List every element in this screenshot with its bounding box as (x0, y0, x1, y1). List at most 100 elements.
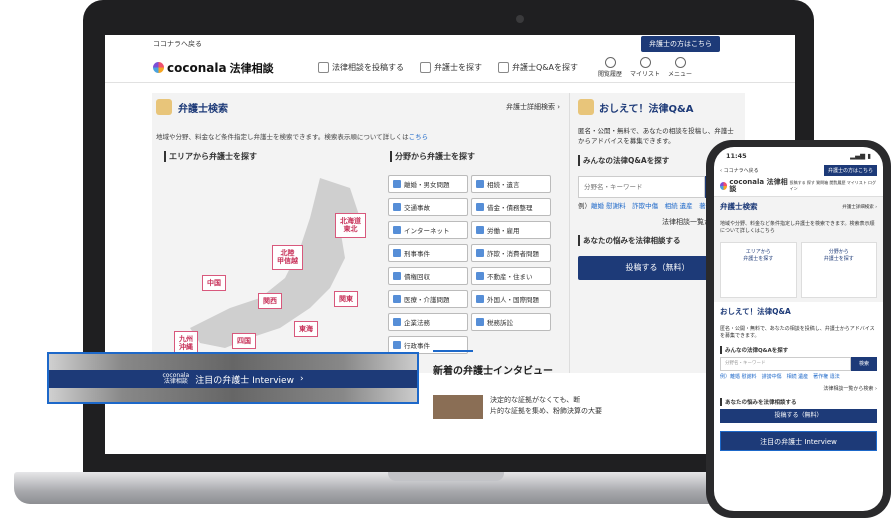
region-kanto[interactable]: 関東 (334, 291, 358, 308)
field-icon (476, 318, 484, 326)
p-tags[interactable]: 例）離婚 慰謝料 誹謗中傷 相続 遺産 著作権 違法 (714, 374, 883, 382)
lawyer-search-panel: 弁護士検索 弁護士詳細検索 › 地域や分野、料金など条件指定し弁護士を検索できま… (152, 93, 564, 373)
main-nav: 法律相談を投稿する 弁護士を探す 弁護士Q&Aを探す (318, 62, 578, 73)
field-button[interactable]: インターネット (388, 221, 468, 239)
p-search-button[interactable]: 検索 (851, 357, 877, 371)
field-icon (476, 295, 484, 303)
field-button[interactable]: 刑事事件 (388, 244, 468, 262)
p-qa-heading: みんなの法律Q&Aを探す (720, 346, 877, 354)
nav-post[interactable]: 法律相談を投稿する (318, 62, 404, 73)
qa-icon (578, 99, 594, 115)
p-field-card[interactable]: 分野から 弁護士を探す (800, 242, 877, 298)
p-pro-button[interactable]: 弁護士の方はこちら (823, 165, 877, 176)
top-bar: ココナラへ戻る 弁護士の方はこちら (105, 35, 795, 53)
brand-sub: 法律相談 (229, 61, 274, 75)
p-qa-desc: 匿名・公開・無料で、あなたの相談を投稿し、弁護士からアドバイスを募集できます。 (720, 326, 875, 339)
main-content: 弁護士検索 弁護士詳細検索 › 地域や分野、料金など条件指定し弁護士を検索できま… (152, 93, 745, 373)
field-button[interactable]: 相続・遺言 (471, 175, 551, 193)
field-button[interactable]: 企業法務 (388, 313, 468, 331)
p-interview-banner[interactable]: 注目の弁護士 Interview (720, 430, 877, 451)
lawyer-login-button[interactable]: 弁護士の方はこちら (641, 36, 720, 52)
field-icon (476, 203, 484, 211)
field-icon (393, 180, 401, 188)
field-icon (476, 249, 484, 257)
field-icon (393, 226, 401, 234)
p-adv-link[interactable]: 弁護士詳細検索 › (842, 204, 877, 210)
field-heading: 分野から弁護士を探す (390, 151, 475, 162)
banner-logo: coconala 法律相談 (162, 372, 190, 385)
search-desc: 地域や分野、料金など条件指定し弁護士を検索できます。検索表示順について詳しくはこ… (156, 133, 429, 141)
interview-photo[interactable] (433, 395, 483, 419)
p-desc: 地域や分野、料金など条件指定し弁護士を検索できます。検索表示順について詳しくはこ… (720, 221, 875, 234)
qa-icon (498, 62, 509, 73)
qa-desc: 匿名・公開・無料で、あなたの相談を投稿し、弁護士からアドバイスを募集できます。 (578, 127, 734, 145)
p-area-card[interactable]: エリアから 弁護士を探す (720, 242, 797, 298)
field-button[interactable]: 不動産・住まい (471, 267, 551, 285)
field-button[interactable]: 借金・債務整理 (471, 198, 551, 216)
field-icon (476, 180, 484, 188)
field-icon (393, 272, 401, 280)
qa-title: おしえて！法律Q&A (599, 103, 694, 115)
utility-nav: 閲覧履歴 マイリスト メニュー (598, 57, 692, 78)
chevron-right-icon: › (299, 374, 304, 384)
signal-icon: ▂▄▆ ▮ (850, 152, 871, 160)
p-nav[interactable]: 投稿する 探す 質問箱 閲覧履歴 マイリスト ログイン (790, 180, 877, 192)
japan-map (190, 178, 360, 348)
p-search-input[interactable]: 分野名・キーワード (720, 357, 851, 371)
logo-icon (153, 62, 164, 73)
field-icon (393, 341, 401, 349)
camera (516, 15, 524, 23)
user-icon (674, 57, 686, 68)
region-shikoku[interactable]: 四国 (232, 333, 256, 350)
nav-find-qa[interactable]: 弁護士Q&Aを探す (498, 62, 578, 73)
status-time: 11:45 (726, 152, 747, 160)
divider (433, 350, 473, 352)
interview-heading: 新着の弁護士インタビュー (433, 366, 553, 377)
field-button[interactable]: 税務訴訟 (471, 313, 551, 331)
p-post-button[interactable]: 投稿する（無料） (720, 408, 877, 423)
p-list-link[interactable]: 法律相談一覧から検索 › (714, 382, 883, 395)
mylist-button[interactable]: マイリスト (630, 57, 660, 78)
region-chugoku[interactable]: 中国 (202, 275, 226, 292)
main-header: coconala 法律相談 法律相談を投稿する 弁護士を探す 弁護士Q&Aを探す… (105, 53, 795, 83)
field-button[interactable]: 外国人・国際問題 (471, 290, 551, 308)
phone-screen: 11:45 ▂▄▆ ▮ ‹ ココナラへ戻る 弁護士の方はこちら coconala 法… (714, 147, 883, 511)
search-lawyer-icon (156, 99, 172, 115)
field-button[interactable]: 医療・介護問題 (388, 290, 468, 308)
banner-text: 注目の弁護士 Interview (195, 375, 294, 386)
region-hokkaido[interactable]: 北海道 東北 (335, 213, 366, 238)
field-icon (393, 295, 401, 303)
field-button[interactable]: 詐欺・消費者問題 (471, 244, 551, 262)
pencil-icon (318, 62, 329, 73)
region-hokuriku[interactable]: 北陸 甲信越 (272, 245, 303, 270)
history-button[interactable]: 閲覧履歴 (598, 57, 622, 78)
field-button[interactable]: 労働・雇用 (471, 221, 551, 239)
field-grid: 離婚・男女問題 相続・遺言 交通事故 借金・債務整理 インターネット 労働・雇用… (388, 175, 558, 354)
person-icon (420, 62, 431, 73)
region-kansai[interactable]: 関西 (258, 293, 282, 310)
advanced-search-link[interactable]: 弁護士詳細検索 › (506, 102, 560, 112)
p-qa-title: おしえて！法律Q&A (720, 307, 791, 316)
logo[interactable]: coconala 法律相談 (153, 60, 318, 76)
interview-snippet[interactable]: 決定的な証拠がなくても、断 片的な証拠を集め、粉飾決算の大要 (490, 395, 602, 416)
qa-search-input[interactable] (578, 175, 705, 198)
nav-find-lawyer[interactable]: 弁護士を探す (420, 62, 482, 73)
details-link[interactable]: こちら (409, 133, 429, 141)
area-heading: エリアから弁護士を探す (164, 151, 257, 162)
menu-button[interactable]: メニュー (668, 57, 692, 78)
region-tokai[interactable]: 東海 (294, 321, 318, 338)
p-search-title: 弁護士検索 (720, 202, 758, 211)
p-logo[interactable]: coconala 法律相談 (720, 179, 790, 193)
field-button[interactable]: 交通事故 (388, 198, 468, 216)
clock-icon (604, 57, 616, 68)
field-icon (393, 249, 401, 257)
field-icon (393, 203, 401, 211)
back-link[interactable]: ココナラへ戻る (153, 39, 202, 49)
interview-banner[interactable]: coconala 法律相談 注目の弁護士 Interview › (47, 352, 419, 404)
field-button[interactable]: 離婚・男女問題 (388, 175, 468, 193)
field-icon (476, 272, 484, 280)
field-button[interactable]: 債権回収 (388, 267, 468, 285)
field-icon (393, 318, 401, 326)
p-back-link[interactable]: ‹ ココナラへ戻る (720, 167, 759, 174)
star-icon (639, 57, 651, 68)
